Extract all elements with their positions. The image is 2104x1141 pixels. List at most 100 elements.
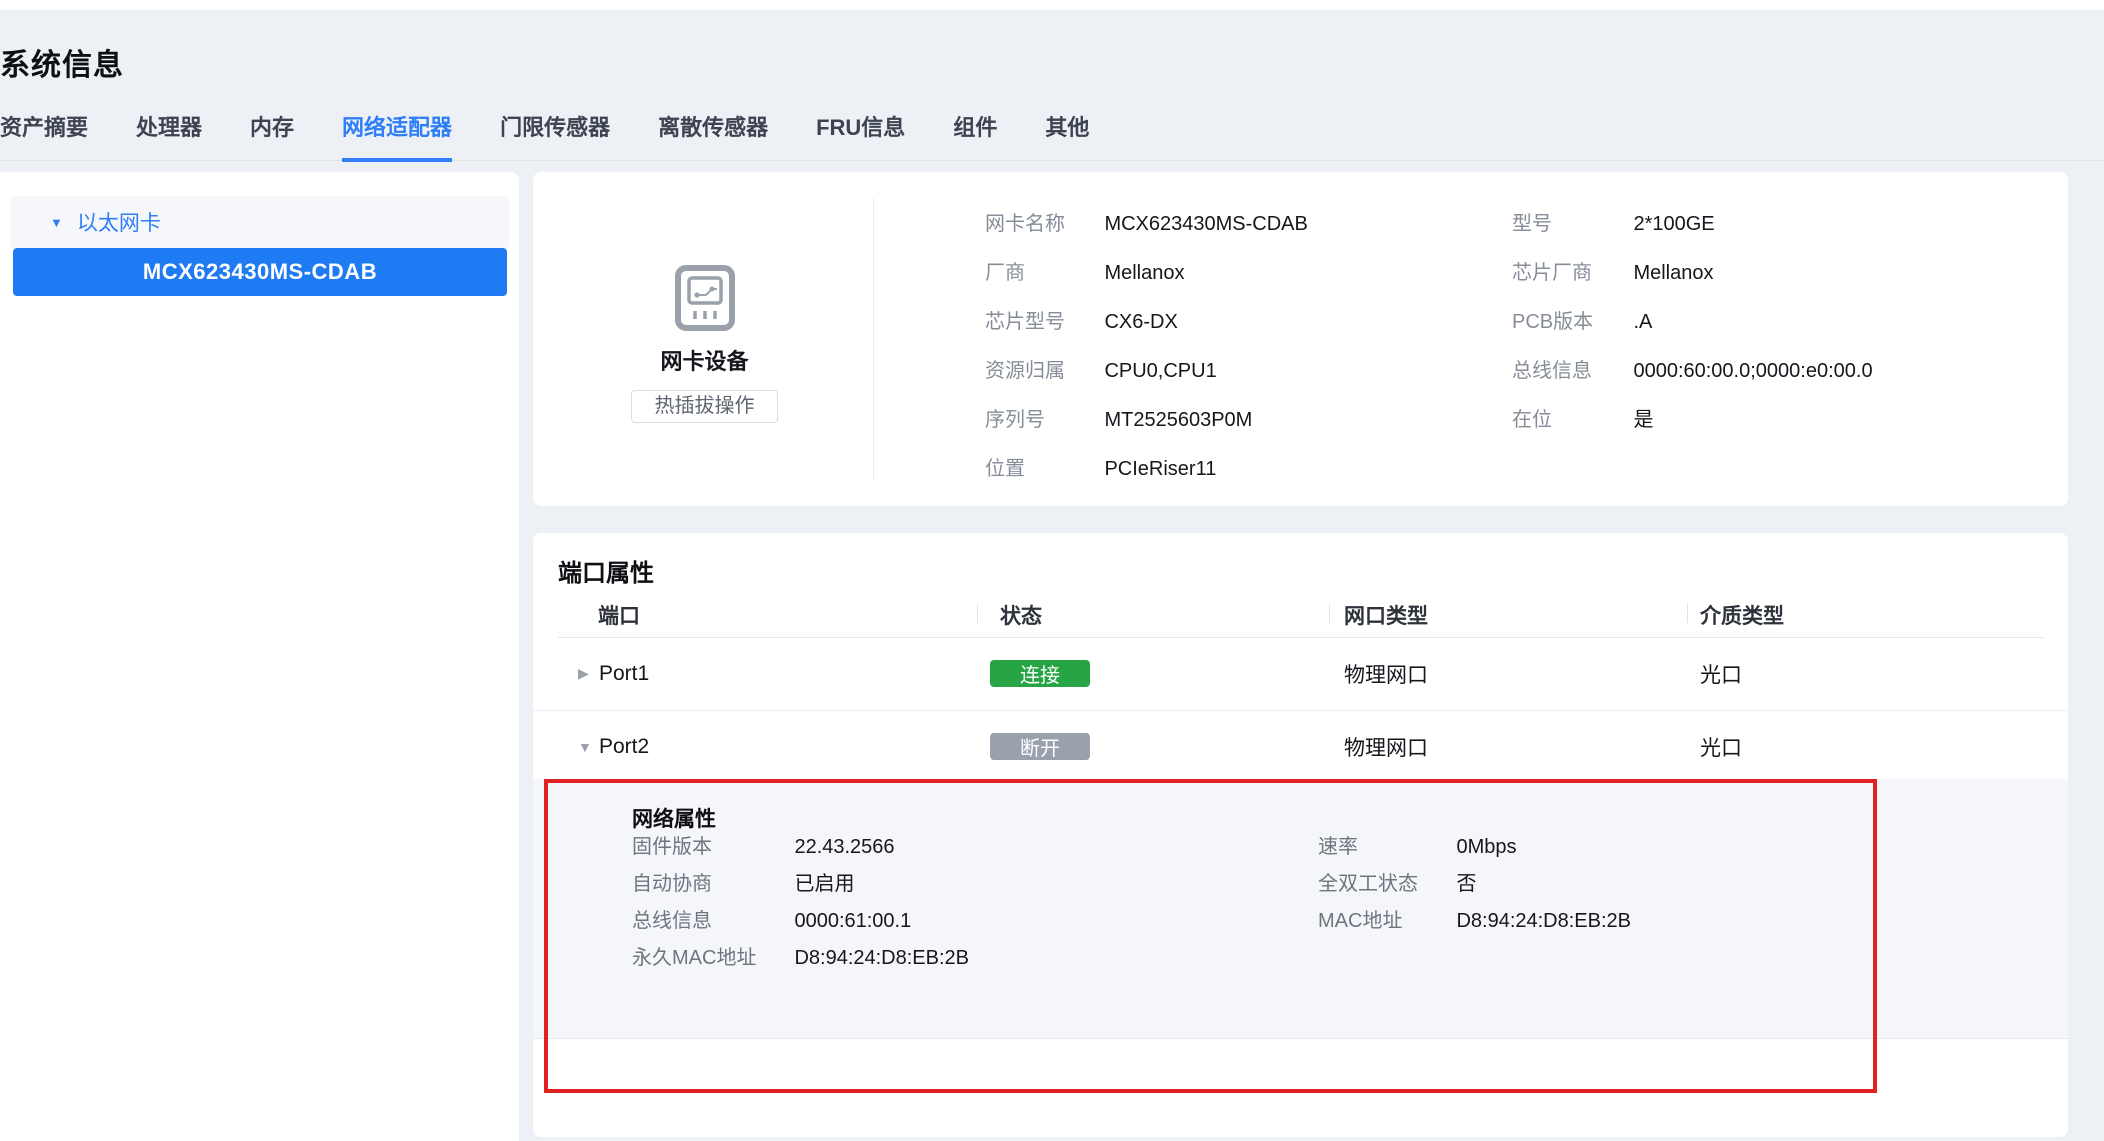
property-row: 固件版本 22.43.2566: [632, 829, 969, 866]
property-value: D8:94:24:D8:EB:2B: [1456, 903, 1631, 940]
tab-item[interactable]: 资产摘要: [0, 104, 88, 160]
property-row: 自动协商 已启用: [632, 866, 969, 903]
column-separator: [977, 604, 978, 623]
property-label: 全双工状态: [1318, 866, 1452, 903]
property-row: 在位 是: [1512, 396, 1873, 445]
property-row: 总线信息 0000:60:00.0;0000:e0:00.0: [1512, 347, 1873, 396]
property-value: MCX623430MS-CDAB: [1104, 200, 1307, 249]
property-value: CX6-DX: [1104, 298, 1177, 347]
property-label: 资源归属: [985, 347, 1100, 396]
property-value: 是: [1633, 396, 1653, 445]
tab-item[interactable]: 网络适配器: [342, 104, 452, 162]
column-separator: [1687, 604, 1688, 623]
property-value: 0Mbps: [1456, 829, 1516, 866]
tab-item[interactable]: 其他: [1045, 104, 1089, 160]
port-name-cell: Port1: [599, 637, 649, 710]
port-media-cell: 光口: [1700, 637, 1742, 710]
column-separator: [1329, 604, 1330, 623]
port-table-header: 端口 状态 网口类型 介质类型: [533, 600, 2068, 630]
property-row: 网卡名称 MCX623430MS-CDAB: [985, 200, 1308, 249]
sidebar-group-label: 以太网卡: [77, 207, 161, 237]
network-card-icon: [669, 262, 741, 334]
port-row[interactable]: ▶ Port1 连接 物理网口 光口: [533, 637, 2068, 710]
page-title: 系统信息: [0, 40, 124, 84]
network-props-right: 速率 0Mbps 全双工状态 否 MAC地址 D8:94:24:D8:EB:2B: [1318, 829, 1631, 940]
property-value: 0000:61:00.1: [794, 903, 911, 940]
property-row: 位置 PCIeRiser11: [985, 445, 1308, 494]
property-label: 网卡名称: [985, 200, 1100, 249]
property-row: 芯片厂商 Mellanox: [1512, 249, 1873, 298]
property-label: 自动协商: [632, 866, 790, 903]
property-value: MT2525603P0M: [1104, 396, 1252, 445]
sidebar: ▼ 以太网卡 MCX623430MS-CDAB: [0, 172, 519, 1141]
device-name-label: 网卡设备: [631, 344, 778, 376]
port-properties-card: 端口属性 端口 状态 网口类型 介质类型 ▶ Port1 连接 物理网口 光口 …: [533, 533, 2068, 1137]
property-row: PCB版本 .A: [1512, 298, 1873, 347]
property-row: 型号 2*100GE: [1512, 200, 1873, 249]
hotplug-button[interactable]: 热插拔操作: [631, 390, 778, 423]
tab-item[interactable]: 内存: [250, 104, 294, 160]
port-media-cell: 光口: [1700, 710, 1742, 783]
property-label: 芯片型号: [985, 298, 1100, 347]
expander-icon: ▶: [578, 637, 589, 710]
col-header-media: 介质类型: [1700, 600, 1784, 630]
port-row[interactable]: ▼ Port2 断开 物理网口 光口: [533, 710, 2068, 783]
property-value: .A: [1633, 298, 1652, 347]
vertical-divider: [873, 198, 874, 480]
property-row: 全双工状态 否: [1318, 866, 1631, 903]
tab-bar: 资产摘要 处理器 内存 网络适配器 门限传感器 离散传感器 FRU信息 组件 其…: [0, 104, 2104, 161]
property-label: 速率: [1318, 829, 1452, 866]
chevron-down-icon[interactable]: ▼: [50, 215, 63, 230]
tab-item[interactable]: 处理器: [136, 104, 202, 160]
property-label: 位置: [985, 445, 1100, 494]
col-header-type: 网口类型: [1344, 600, 1428, 630]
property-value: 22.43.2566: [794, 829, 894, 866]
property-row: 芯片型号 CX6-DX: [985, 298, 1308, 347]
tab-item[interactable]: 门限传感器: [500, 104, 610, 160]
port-name-cell: Port2: [599, 710, 649, 783]
property-label: MAC地址: [1318, 903, 1452, 940]
property-value: 0000:60:00.0;0000:e0:00.0: [1633, 347, 1872, 396]
property-label: PCB版本: [1512, 298, 1629, 347]
property-row: 速率 0Mbps: [1318, 829, 1631, 866]
property-value: CPU0,CPU1: [1104, 347, 1216, 396]
property-value: D8:94:24:D8:EB:2B: [794, 940, 969, 977]
status-badge: 断开: [990, 733, 1090, 760]
sidebar-item-selected-adapter[interactable]: MCX623430MS-CDAB: [13, 248, 507, 296]
status-badge: 连接: [990, 660, 1090, 687]
panel-bottom-line: [533, 1038, 2068, 1039]
property-label: 总线信息: [1512, 347, 1629, 396]
tab-item[interactable]: 组件: [953, 104, 997, 160]
adapter-overview-card: 网卡设备 热插拔操作 网卡名称 MCX623430MS-CDAB 厂商 Mell…: [533, 172, 2068, 506]
property-row: 序列号 MT2525603P0M: [985, 396, 1308, 445]
property-row: 资源归属 CPU0,CPU1: [985, 347, 1308, 396]
port-status-cell: 连接: [990, 637, 1090, 710]
property-value: Mellanox: [1633, 249, 1713, 298]
row-separator: [533, 710, 2068, 711]
sidebar-group-ethernet[interactable]: ▼ 以太网卡: [10, 196, 509, 248]
property-label: 序列号: [985, 396, 1100, 445]
expander-icon: ▼: [578, 710, 592, 783]
property-value: 否: [1456, 866, 1476, 903]
property-label: 芯片厂商: [1512, 249, 1629, 298]
property-value: PCIeRiser11: [1104, 445, 1216, 494]
tab-item[interactable]: 离散传感器: [658, 104, 768, 160]
port-type-cell: 物理网口: [1344, 710, 1428, 783]
adapter-props-right: 型号 2*100GE 芯片厂商 Mellanox PCB版本 .A 总线信息 0…: [1512, 200, 1873, 445]
property-row: 厂商 Mellanox: [985, 249, 1308, 298]
property-label: 固件版本: [632, 829, 790, 866]
property-value: 2*100GE: [1633, 200, 1714, 249]
port-section-title: 端口属性: [558, 553, 654, 588]
property-row: 总线信息 0000:61:00.1: [632, 903, 969, 940]
property-value: 已启用: [794, 866, 854, 903]
property-label: 厂商: [985, 249, 1100, 298]
property-row: MAC地址 D8:94:24:D8:EB:2B: [1318, 903, 1631, 940]
network-props-left: 固件版本 22.43.2566 自动协商 已启用 总线信息 0000:61:00…: [632, 829, 969, 977]
property-value: Mellanox: [1104, 249, 1184, 298]
col-header-status: 状态: [1000, 600, 1042, 630]
top-white-strip: [0, 0, 2104, 10]
property-label: 总线信息: [632, 903, 790, 940]
property-label: 永久MAC地址: [632, 940, 790, 977]
tab-item[interactable]: FRU信息: [816, 104, 905, 160]
property-label: 在位: [1512, 396, 1629, 445]
